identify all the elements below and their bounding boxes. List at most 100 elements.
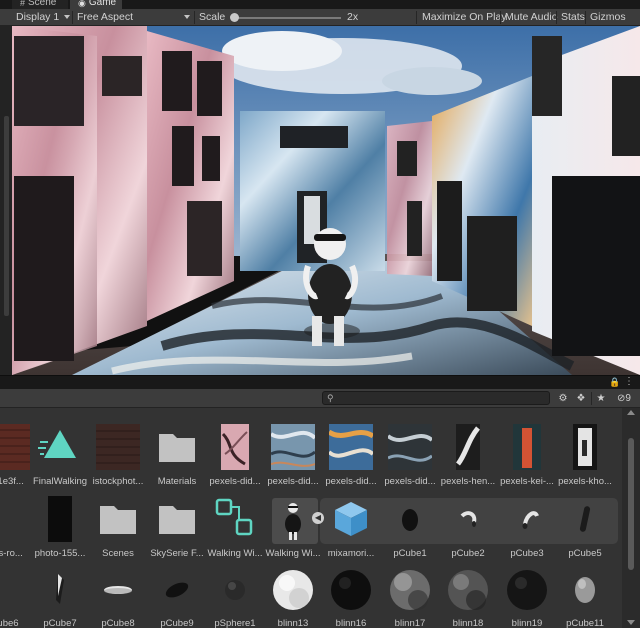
asset-thumbnail [155, 496, 199, 542]
aspect-dropdown[interactable]: Free Aspect [77, 9, 133, 26]
project-search-input[interactable] [337, 392, 547, 404]
scale-label: Scale [199, 11, 226, 23]
asset-thumbnail [155, 424, 199, 470]
scale-slider-track[interactable] [231, 17, 341, 19]
asset-tile[interactable]: pexels-did... [321, 424, 381, 492]
asset-thumbnail [563, 566, 607, 612]
asset-thumbnail [96, 424, 140, 470]
asset-thumbnail [505, 496, 549, 542]
asset-tile[interactable]: mixamori... [321, 496, 381, 564]
toolbar-divider [416, 11, 417, 24]
asset-tile[interactable]: Scenes [88, 496, 148, 564]
game-toolbar: Display 1 Free Aspect Scale 2x Maximize … [0, 9, 640, 26]
grid-icon: # [20, 0, 26, 8]
asset-label: pexels-did... [325, 476, 377, 487]
tab-game[interactable]: ◉ Game [70, 0, 122, 9]
asset-tile[interactable]: pCube2 [438, 496, 498, 564]
scroll-up-arrow-icon[interactable] [627, 410, 635, 415]
game-render [12, 26, 640, 375]
panel-menu-icon[interactable]: ⋮ [624, 377, 634, 387]
asset-tile[interactable]: blinn17 [380, 566, 440, 628]
project-toolbar: ⚲ ⚙ ❖ ★ ⊘9 [0, 389, 640, 408]
display-dropdown[interactable]: Display 1 [16, 9, 59, 26]
mute-audio-toggle[interactable]: Mute Audio [501, 9, 562, 26]
asset-label: Scenes [102, 548, 134, 559]
asset-grid-scrollbar[interactable] [622, 408, 640, 628]
asset-tile[interactable]: blinn16 [321, 566, 381, 628]
asset-thumbnail [213, 496, 257, 542]
favorite-star-icon[interactable]: ★ [594, 391, 608, 406]
scrollbar-thumb[interactable] [628, 438, 634, 570]
asset-tile[interactable]: pCube9 [147, 566, 207, 628]
display-dropdown-label: Display 1 [16, 11, 60, 23]
asset-thumbnail [505, 566, 549, 612]
asset-tile[interactable]: pCube8 [88, 566, 148, 628]
asset-tile[interactable]: Materials [147, 424, 207, 492]
asset-label: pCube8 [101, 618, 135, 628]
asset-label: blinn16 [335, 618, 367, 628]
asset-tile[interactable]: SkySerie F... [147, 496, 207, 564]
asset-label: mixamori... [327, 548, 375, 559]
hidden-packages-toggle[interactable]: ⊘9 [612, 391, 636, 406]
project-search-field[interactable]: ⚲ [322, 391, 550, 405]
asset-tile[interactable]: pexels-hen... [438, 424, 498, 492]
asset-tile[interactable]: FinalWalking [30, 424, 90, 492]
asset-thumbnail [446, 566, 490, 612]
asset-thumbnail [0, 496, 30, 542]
asset-tile[interactable]: pCube1 [380, 496, 440, 564]
toolbar-divider [591, 392, 592, 405]
asset-tile[interactable]: pCube5 [555, 496, 615, 564]
toolbar-divider [72, 11, 73, 24]
asset-thumbnail [155, 566, 199, 612]
asset-tile[interactable]: pCube7 [30, 566, 90, 628]
game-viewport[interactable] [0, 26, 640, 375]
gizmos-toggle[interactable]: Gizmos [586, 9, 630, 26]
asset-thumbnail [271, 566, 315, 612]
scroll-down-arrow-icon[interactable] [627, 620, 635, 625]
scale-value: 2x [347, 11, 359, 23]
asset-tile[interactable]: pCube11 [555, 566, 615, 628]
asset-thumbnail [563, 424, 607, 470]
asset-tile[interactable]: Walking Wi... [263, 496, 323, 564]
asset-tile[interactable]: pexels-kho... [555, 424, 615, 492]
gamepad-icon: ◉ [78, 0, 86, 8]
asset-tile[interactable]: pCube3 [497, 496, 557, 564]
project-asset-grid[interactable]: e1e3f...FinalWalkingistockphot...Materia… [0, 408, 622, 628]
asset-thumbnail [0, 566, 30, 612]
asset-thumbnail [38, 496, 82, 542]
asset-tile[interactable]: blinn19 [497, 566, 557, 628]
asset-tile[interactable]: pSphere1 [205, 566, 265, 628]
panel-divider[interactable] [0, 375, 640, 389]
asset-thumbnail [386, 424, 434, 470]
asset-tile[interactable]: photo-155... [30, 496, 90, 564]
asset-thumbnail [446, 496, 490, 542]
filter-by-type-icon[interactable]: ⚙ [556, 391, 570, 406]
asset-thumbnail [329, 566, 373, 612]
asset-label: pCube2 [451, 548, 485, 559]
aspect-chevron-down-icon [184, 15, 190, 19]
asset-tile[interactable]: pexels-did... [205, 424, 265, 492]
collapse-prefab-arrow-icon[interactable]: ◀ [312, 512, 324, 524]
tab-scene[interactable]: # Scene [12, 0, 68, 9]
scale-slider-handle[interactable] [230, 13, 240, 22]
asset-tile[interactable]: Walking Wi... [205, 496, 265, 564]
asset-tile[interactable]: istockphot... [88, 424, 148, 492]
filter-by-label-icon[interactable]: ❖ [574, 391, 588, 406]
asset-tile[interactable]: blinn18 [438, 566, 498, 628]
asset-tile[interactable]: pexels-kei-... [497, 424, 557, 492]
asset-thumbnail [563, 496, 607, 542]
asset-thumbnail [96, 566, 140, 612]
asset-tile[interactable]: pexels-did... [380, 424, 440, 492]
asset-thumbnail [446, 424, 490, 470]
asset-tile[interactable]: blinn13 [263, 566, 323, 628]
maximize-on-play-toggle[interactable]: Maximize On Play [418, 9, 511, 26]
asset-thumbnail [388, 566, 432, 612]
asset-thumbnail [213, 566, 257, 612]
asset-label: pexels-kho... [558, 476, 612, 487]
asset-thumbnail [0, 424, 30, 470]
asset-thumbnail [505, 424, 549, 470]
asset-label: blinn18 [452, 618, 484, 628]
asset-label: pCube11 [566, 618, 604, 628]
asset-tile[interactable]: pexels-did... [263, 424, 323, 492]
lock-icon[interactable]: 🔒 [609, 377, 620, 387]
